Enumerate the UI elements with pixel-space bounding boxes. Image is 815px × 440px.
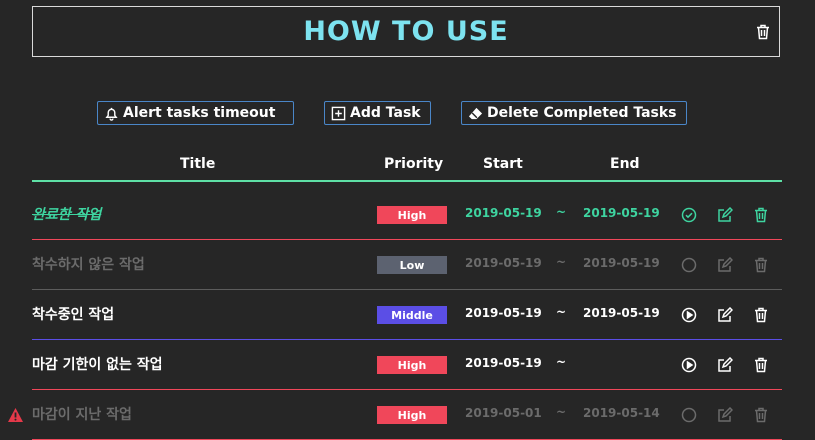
table-header: Title Priority Start End xyxy=(32,150,782,180)
play-circle-icon[interactable] xyxy=(681,357,697,373)
table-row: 마감이 지난 작업 High 2019-05-01 ~ 2019-05-14 xyxy=(0,390,815,440)
edit-icon[interactable] xyxy=(717,256,734,273)
table-row: 마감 기한이 없는 작업 High 2019-05-19 ~ xyxy=(0,340,815,390)
delete-button-label: Delete Completed Tasks xyxy=(487,105,677,121)
edit-icon[interactable] xyxy=(717,406,734,423)
circle-icon[interactable] xyxy=(681,257,697,273)
task-title: 완료한 작업 xyxy=(32,207,102,223)
date-separator: ~ xyxy=(556,255,567,269)
edit-icon[interactable] xyxy=(717,306,734,323)
add-button-label: Add Task xyxy=(350,105,421,121)
edit-icon[interactable] xyxy=(717,206,734,223)
task-title: 마감 기한이 없는 작업 xyxy=(32,357,163,373)
priority-badge: High xyxy=(377,206,447,224)
eraser-icon xyxy=(468,107,483,119)
table-row: 착수중인 작업 Middle 2019-05-19 ~ 2019-05-19 xyxy=(0,290,815,340)
alert-button-label: Alert tasks timeout xyxy=(123,105,276,121)
column-end: End xyxy=(610,156,640,172)
table-row: 착수하지 않은 작업 Low 2019-05-19 ~ 2019-05-19 xyxy=(0,240,815,290)
column-start: Start xyxy=(483,156,523,172)
edit-icon[interactable] xyxy=(717,356,734,373)
trash-icon[interactable] xyxy=(753,257,769,273)
priority-badge: High xyxy=(377,406,447,424)
end-date: 2019-05-19 xyxy=(583,206,660,220)
add-task-button[interactable]: Add Task xyxy=(324,101,431,125)
end-date: 2019-05-19 xyxy=(583,306,660,320)
date-separator: ~ xyxy=(556,205,567,219)
trash-icon[interactable] xyxy=(753,357,769,373)
date-separator: ~ xyxy=(556,355,567,369)
date-separator: ~ xyxy=(556,405,567,419)
alert-tasks-timeout-button[interactable]: Alert tasks timeout xyxy=(97,101,294,125)
page-title: HOW TO USE xyxy=(303,16,509,47)
bell-icon xyxy=(105,107,118,121)
end-date: 2019-05-14 xyxy=(583,406,660,420)
end-date: 2019-05-19 xyxy=(583,256,660,270)
title-box: HOW TO USE xyxy=(32,6,780,57)
start-date: 2019-05-01 xyxy=(465,406,542,420)
plus-square-icon xyxy=(331,106,346,120)
warning-icon xyxy=(7,407,24,423)
start-date: 2019-05-19 xyxy=(465,206,542,220)
priority-badge: High xyxy=(377,356,447,374)
task-title: 착수하지 않은 작업 xyxy=(32,257,145,273)
check-circle-icon[interactable] xyxy=(681,207,697,223)
delete-completed-tasks-button[interactable]: Delete Completed Tasks xyxy=(461,101,687,125)
trash-icon[interactable] xyxy=(756,24,770,40)
start-date: 2019-05-19 xyxy=(465,256,542,270)
priority-badge: Middle xyxy=(377,306,447,324)
trash-icon[interactable] xyxy=(753,207,769,223)
column-priority: Priority xyxy=(384,156,444,172)
play-circle-icon[interactable] xyxy=(681,307,697,323)
table-row: 완료한 작업 High 2019-05-19 ~ 2019-05-19 xyxy=(0,190,815,240)
task-title: 착수중인 작업 xyxy=(32,307,115,323)
header-divider xyxy=(32,180,782,182)
start-date: 2019-05-19 xyxy=(465,356,542,370)
priority-badge: Low xyxy=(377,256,447,274)
start-date: 2019-05-19 xyxy=(465,306,542,320)
date-separator: ~ xyxy=(556,305,567,319)
column-title: Title xyxy=(180,156,216,172)
trash-icon[interactable] xyxy=(753,307,769,323)
trash-icon[interactable] xyxy=(753,407,769,423)
task-title: 마감이 지난 작업 xyxy=(32,407,132,423)
circle-icon[interactable] xyxy=(681,407,697,423)
